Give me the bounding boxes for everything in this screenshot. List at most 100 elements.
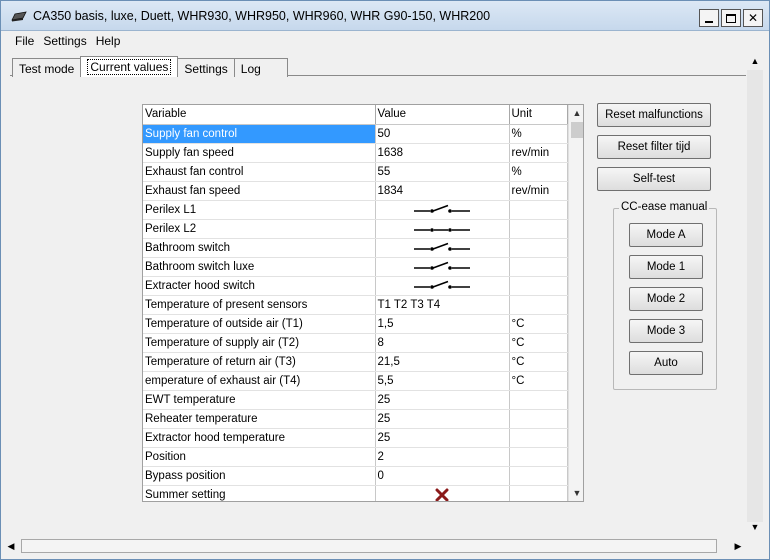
menu-help[interactable]: Help [94,31,128,51]
cell-value: 1,5 [375,314,510,334]
mode-3-button[interactable]: Mode 3 [629,319,703,343]
table-row[interactable]: Perilex L1 [143,200,568,220]
maximize-button[interactable] [721,9,741,27]
menu-bar: File Settings Help [1,31,746,51]
scroll-up-icon[interactable]: ▲ [569,105,583,121]
mode-2-button[interactable]: Mode 2 [629,287,703,311]
scroll-down-icon[interactable]: ▼ [746,519,764,535]
table-row[interactable]: Summer setting [143,485,568,501]
cell-value: 25 [375,428,510,448]
cell-unit: rev/min [509,181,568,201]
cell-variable: Temperature of outside air (T1) [143,314,376,334]
cell-value: 1834 [375,181,510,201]
mode-a-button[interactable]: Mode A [629,223,703,247]
cell-unit: °C [509,314,568,334]
cc-ease-label: CC-ease manual [619,201,710,213]
cell-unit [509,219,568,239]
cell-variable: Bathroom switch luxe [143,257,376,277]
table-row[interactable]: emperature of exhaust air (T4) 5,5 °C [143,371,568,391]
cell-value: 25 [375,409,510,429]
cell-value: T1 T2 T3 T4 [375,295,510,315]
vertical-scroll-track[interactable] [747,70,763,522]
grid-scrollbar[interactable]: ▲ ▼ [568,105,583,501]
cell-value [375,485,510,501]
table-row[interactable]: Extracter hood switch [143,276,568,296]
window-title: CA350 basis, luxe, Duett, WHR930, WHR950… [33,9,491,23]
cell-unit: % [509,162,568,182]
switch-open-icon [414,261,470,273]
cell-value [375,200,510,220]
switch-open-icon [414,204,470,216]
cell-variable: Extractor hood temperature [143,428,376,448]
cell-value [375,257,510,277]
table-row[interactable]: Supply fan control 50% [143,124,568,144]
tab-settings[interactable]: Settings [177,58,235,77]
column-header-value[interactable]: Value [375,105,510,125]
values-table: Variable Value Unit Supply fan control 50… [143,105,568,501]
window-vertical-scrollbar[interactable]: ▲ ▼ [746,53,764,537]
red-x-icon [435,488,449,501]
menu-file[interactable]: File [1,31,41,51]
table-row[interactable]: Temperature of outside air (T1) 1,5 °C [143,314,568,334]
table-row[interactable]: Supply fan speed 1638 rev/min [143,143,568,163]
scroll-up-icon[interactable]: ▲ [746,53,764,69]
cell-variable: Position [143,447,376,467]
table-row[interactable]: Bathroom switch [143,238,568,258]
cell-value: 5,5 [375,371,510,391]
table-row[interactable]: Temperature of present sensors T1 T2 T3 T… [143,295,568,315]
mode-1-button[interactable]: Mode 1 [629,255,703,279]
table-row[interactable]: Bypass position 0 [143,466,568,486]
table-row[interactable]: Perilex L2 [143,219,568,239]
menu-settings[interactable]: Settings [41,31,93,51]
reset-filter-button[interactable]: Reset filter tijd [597,135,711,159]
maximize-icon [726,13,736,23]
cell-unit [509,257,568,277]
cell-value: 2 [375,447,510,467]
window-horizontal-scrollbar[interactable]: ◀ ▶ [3,537,748,555]
horizontal-scroll-thumb[interactable] [21,539,717,553]
cell-unit [509,390,568,410]
cell-unit: °C [509,352,568,372]
self-test-button[interactable]: Self-test [597,167,711,191]
cell-value [375,219,510,239]
values-grid[interactable]: Variable Value Unit Supply fan control 50… [142,104,584,502]
grid-scroll-thumb[interactable] [571,122,583,138]
minimize-button[interactable] [699,9,719,27]
cell-variable: EWT temperature [143,390,376,410]
cell-variable: Bathroom switch [143,238,376,258]
cell-variable: emperature of exhaust air (T4) [143,371,376,391]
cell-value: 55 [375,162,510,182]
table-row[interactable]: Bathroom switch luxe [143,257,568,277]
table-row[interactable]: EWT temperature 25 [143,390,568,410]
tab-test-mode[interactable]: Test mode [12,58,82,77]
table-row[interactable]: Extractor hood temperature 25 [143,428,568,448]
cell-unit [509,409,568,429]
title-bar[interactable]: CA350 basis, luxe, Duett, WHR930, WHR950… [1,1,769,31]
cell-unit: °C [509,333,568,353]
table-row[interactable]: Exhaust fan control 55% [143,162,568,182]
cell-value: 21,5 [375,352,510,372]
switch-open-icon [414,280,470,292]
reset-malfunctions-button[interactable]: Reset malfunctions [597,103,711,127]
tab-log[interactable]: Log [233,58,288,77]
column-header-unit[interactable]: Unit [509,105,568,125]
tab-current-values[interactable]: Current values [80,56,179,77]
cell-value: 1638 [375,143,510,163]
table-row[interactable]: Position 2 [143,447,568,467]
cell-unit [509,200,568,220]
table-row[interactable]: Reheater temperature 25 [143,409,568,429]
cell-unit: °C [509,371,568,391]
table-row[interactable]: Temperature of supply air (T2) 8 °C [143,333,568,353]
cell-unit [509,428,568,448]
scroll-right-icon[interactable]: ▶ [730,537,746,555]
scroll-down-icon[interactable]: ▼ [569,485,583,501]
cell-unit: % [509,124,568,144]
cell-unit [509,276,568,296]
table-row[interactable]: Temperature of return air (T3) 21,5 °C [143,352,568,372]
close-button[interactable]: ✕ [743,9,763,27]
column-header-variable[interactable]: Variable [143,105,376,125]
table-row[interactable]: Exhaust fan speed 1834 rev/min [143,181,568,201]
auto-button[interactable]: Auto [629,351,703,375]
scroll-left-icon[interactable]: ◀ [3,537,19,555]
application-window: CA350 basis, luxe, Duett, WHR930, WHR950… [0,0,770,560]
